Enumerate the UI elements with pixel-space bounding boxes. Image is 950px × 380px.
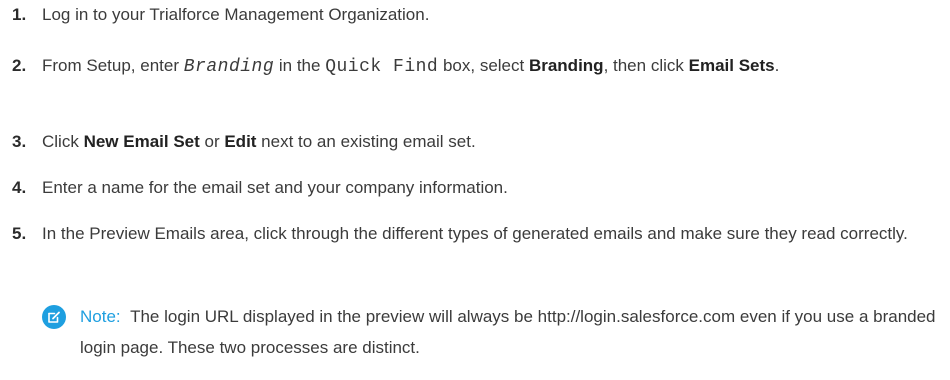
edit-note-icon xyxy=(42,305,66,329)
edit-note-icon-glyph xyxy=(48,311,60,323)
bold-text-email-sets: Email Sets xyxy=(688,56,775,75)
bold-text-edit: Edit xyxy=(224,132,257,151)
step-text-part: , then click xyxy=(603,56,689,75)
step-text: In the Preview Emails area, click throug… xyxy=(42,224,908,243)
note-text: The login URL displayed in the preview w… xyxy=(80,307,936,357)
step-number: 5. xyxy=(12,224,27,243)
bold-text-new-email-set: New Email Set xyxy=(83,132,200,151)
step-text: Enter a name for the email set and your … xyxy=(42,178,508,197)
step-text: Click New Email Set or Edit next to an e… xyxy=(42,127,948,157)
step-text-part: in the xyxy=(274,56,326,75)
step-text-part: From Setup, enter xyxy=(42,56,184,75)
step-number: 2. xyxy=(12,56,27,75)
step-text: From Setup, enter Branding in the Quick … xyxy=(42,51,948,82)
note-body: Note: The login URL displayed in the pre… xyxy=(80,301,950,363)
step-number: 3. xyxy=(12,132,27,151)
step-text-part: Click xyxy=(42,132,84,151)
step-text-part: next to an existing email set. xyxy=(256,132,476,151)
note-label: Note: xyxy=(80,307,121,326)
step-text-part: or xyxy=(199,132,225,151)
bold-text-branding: Branding xyxy=(528,56,604,75)
step-text-part: box, select xyxy=(438,56,529,75)
step-number: 4. xyxy=(12,178,27,197)
step-text: Log in to your Trialforce Management Org… xyxy=(42,5,430,24)
step-text-part: . xyxy=(774,56,780,75)
code-text-quick-find: Quick Find xyxy=(325,57,439,77)
step-number: 1. xyxy=(12,5,27,24)
code-text-branding: Branding xyxy=(183,57,275,77)
